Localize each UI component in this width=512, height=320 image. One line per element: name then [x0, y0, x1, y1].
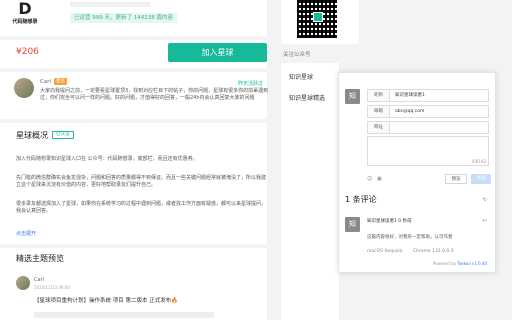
- refresh-icon[interactable]: ↻: [483, 197, 487, 203]
- post-author[interactable]: Carl: [34, 277, 44, 283]
- price: ¥206: [16, 47, 39, 57]
- truncated-post-text: [34, 312, 214, 318]
- logo-mark: D: [18, 0, 32, 18]
- featured-title: 精选主题预览: [16, 254, 64, 263]
- divider: [0, 36, 267, 40]
- send-button[interactable]: 发送: [471, 174, 491, 184]
- comment-os: macOS Sequoia: [367, 249, 403, 254]
- divider: [0, 244, 267, 248]
- stats-badge: 已运营 999 天，更新了 144238 篇内容: [70, 13, 177, 23]
- avatar: 知: [345, 89, 360, 104]
- expand-link[interactable]: 点击展开: [16, 230, 36, 237]
- post-date: 2024/12/13 06:00: [34, 285, 70, 290]
- powered-by: Powered by Twikoo v1.6.40: [433, 261, 487, 266]
- field-label: 昵称: [368, 90, 390, 101]
- comment-count: 1 条评论: [345, 195, 377, 204]
- join-button[interactable]: 加入星球: [168, 43, 267, 62]
- field-value[interactable]: 知识星球读者1: [395, 90, 425, 101]
- divider: [0, 119, 267, 123]
- field-value[interactable]: abc@qq.com: [395, 106, 424, 117]
- preview-button[interactable]: 预览: [445, 174, 467, 184]
- avatar[interactable]: [14, 78, 34, 98]
- side-nav-item[interactable]: 知识星球: [289, 72, 313, 81]
- avatar: 知: [345, 217, 360, 232]
- verified-badge: 已认证: [52, 131, 74, 139]
- char-count: 0/8192: [471, 159, 486, 164]
- comment-text: 大家向我提问之前，一定要看星球置顶3，找到对应栏目下的帖子，你的问题，星球有很多…: [40, 88, 269, 101]
- comment-browser: Chrome 131.0.0.0: [413, 249, 454, 254]
- qr-logo-icon: [313, 12, 323, 22]
- overview-paragraph: 先门槛的微信群确实会鱼龙混杂，问题和回答的质量都得不到保证。而且一些关键问题经常…: [16, 175, 267, 188]
- divider: [0, 68, 267, 72]
- comment-textarea[interactable]: 0/8192: [367, 136, 489, 166]
- featured-comment: Carl 星主 昨天活跃过 大家向我提问之前，一定要看星球置顶3，找到对应栏目下…: [10, 76, 269, 116]
- image-icon[interactable]: ▣: [377, 176, 382, 182]
- avatar[interactable]: [16, 276, 30, 290]
- field-label: 邮箱: [368, 106, 390, 117]
- powered-brand[interactable]: Twikoo v1.6.40: [457, 261, 487, 266]
- overview-intro: 加入代码随想录知识星球入口在 公众号：代码随想录，底部栏，而且还有优惠券。: [16, 156, 198, 162]
- powered-label: Powered by: [432, 261, 457, 266]
- comment-text: 这篇内容很好，对我有一定帮助，认可作者: [367, 235, 453, 240]
- nickname-field[interactable]: 昵称 知识星球读者1: [367, 89, 489, 102]
- side-nav-item[interactable]: 知识星球精选: [289, 93, 325, 102]
- main-content: D 代码随想录 已运营 999 天，更新了 144238 篇内容 ¥206 加入…: [0, 0, 269, 320]
- emoji-icon[interactable]: ☺: [367, 176, 372, 182]
- website-field[interactable]: 网址: [367, 121, 489, 134]
- comment-author: 知识星球读者1 0 秒前: [367, 219, 412, 224]
- follow-label: 关注公众号: [283, 52, 311, 58]
- email-field[interactable]: 邮箱 abc@qq.com: [367, 105, 489, 118]
- logo-caption: 代码随想录: [12, 19, 38, 25]
- owner-tag: 星主: [54, 78, 67, 85]
- comment-popup: 知 昵称 知识星球读者1 邮箱 abc@qq.com 网址 0/8192 ☺ ▣…: [338, 72, 496, 273]
- post-title[interactable]: 【星球项目重构计划】操作系统 项目 第二版本 正式发布🔥: [34, 296, 178, 304]
- overview-title: 星球概况: [16, 131, 48, 140]
- reply-icon[interactable]: ↩: [483, 218, 487, 224]
- comment-date: 昨天活跃过: [237, 81, 263, 87]
- comment-author[interactable]: Carl: [40, 79, 51, 85]
- field-label: 网址: [368, 122, 390, 133]
- truncated-top-text: [70, 2, 150, 7]
- logo: D 代码随想录: [0, 0, 50, 30]
- overview-paragraph: 很多录友都选择加入了星球，如果你在系统学习的过程中遇到问题，或者找工作方面有疑惑…: [16, 201, 267, 214]
